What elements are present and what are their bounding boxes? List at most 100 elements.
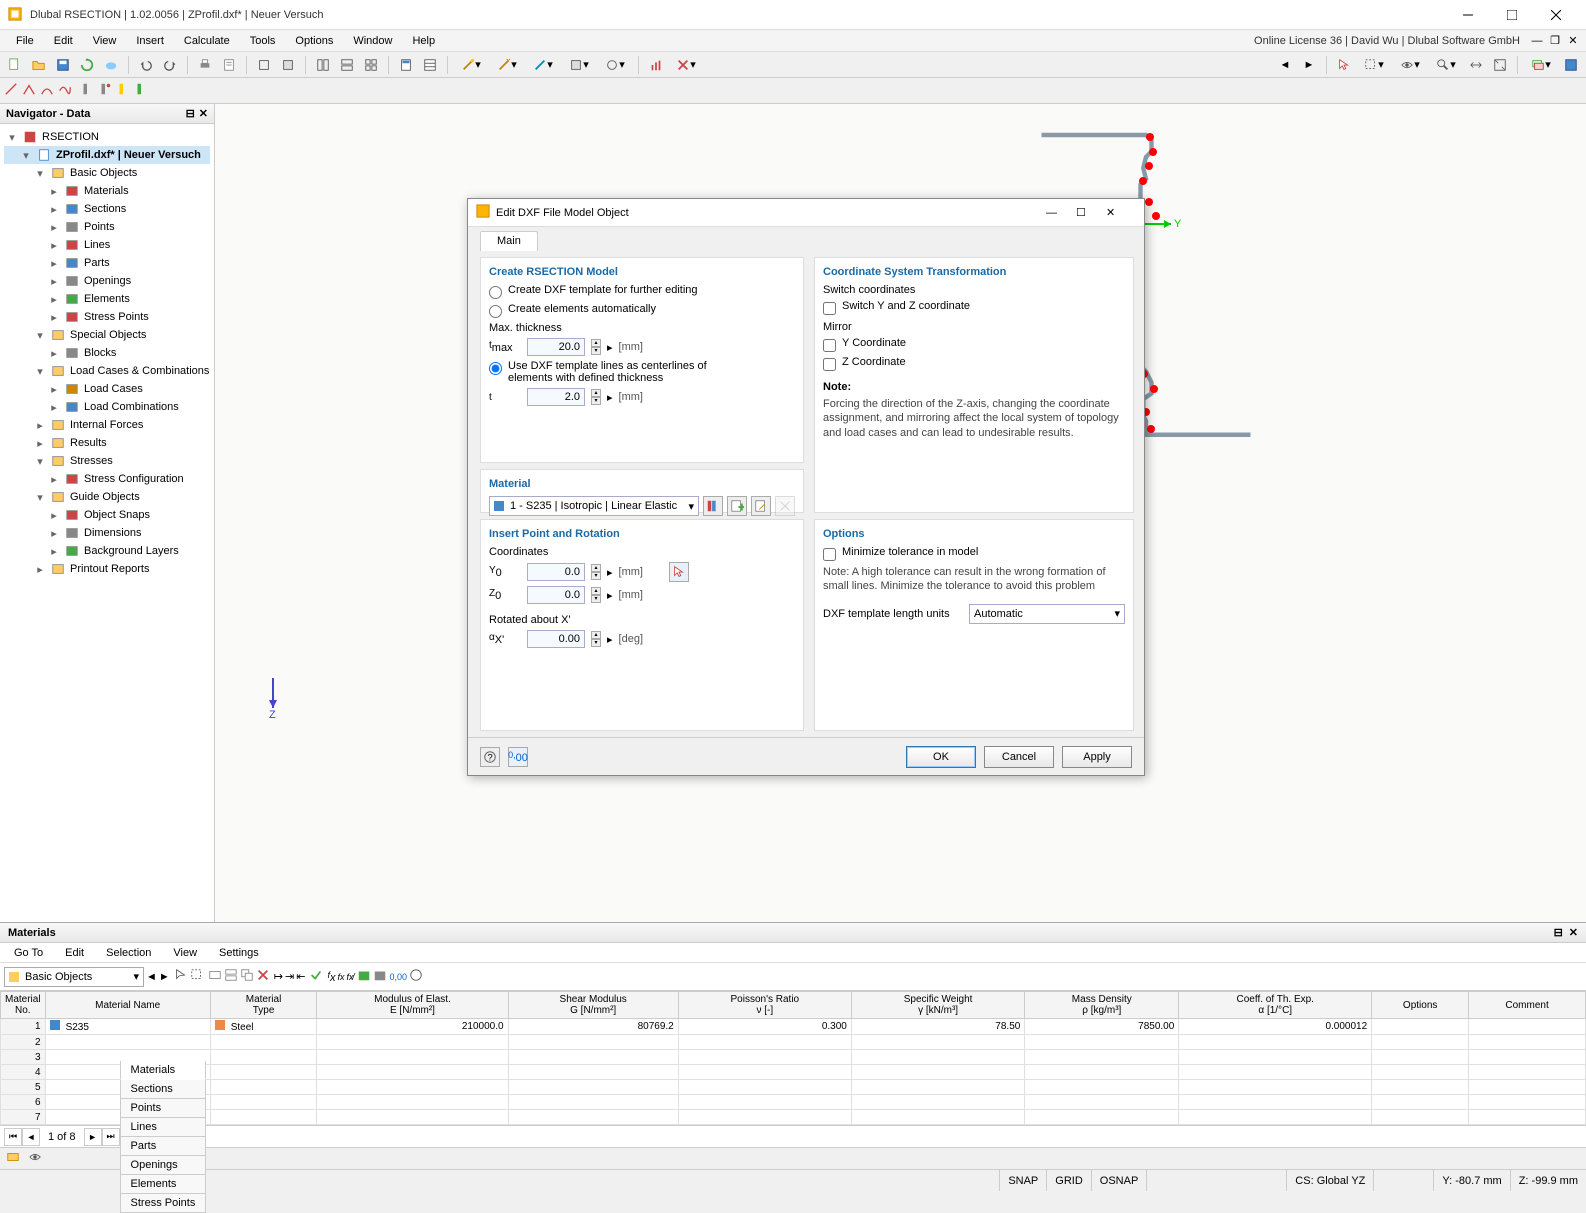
- close-button[interactable]: [1534, 1, 1578, 29]
- tb-curve-icon[interactable]: [58, 82, 72, 99]
- tb-element2-icon[interactable]: [98, 82, 112, 99]
- tb-table-icon[interactable]: [419, 54, 441, 76]
- tb-arrows-h-icon[interactable]: [1465, 54, 1487, 76]
- y0-down[interactable]: ▾: [591, 572, 601, 580]
- menu-window[interactable]: Window: [343, 33, 402, 49]
- apply-button[interactable]: Apply: [1062, 746, 1132, 768]
- tb-screenshot-icon[interactable]: [1560, 54, 1582, 76]
- tree-item-load-cases-combinations[interactable]: ▾Load Cases & Combinations: [4, 362, 210, 380]
- mat-menu-goto[interactable]: Go To: [4, 945, 53, 961]
- radio-create-auto[interactable]: [489, 305, 502, 318]
- tb-bars-icon[interactable]: [645, 54, 667, 76]
- mat-header-6[interactable]: Specific Weightγ [kN/m³]: [851, 992, 1024, 1019]
- tb-cursor-icon[interactable]: [1333, 54, 1355, 76]
- z0-down[interactable]: ▾: [591, 595, 601, 603]
- mat-check-icon[interactable]: [309, 968, 323, 985]
- tmax-down[interactable]: ▾: [591, 347, 601, 355]
- check-switch-yz[interactable]: [823, 302, 836, 315]
- tb-grid2-icon[interactable]: [336, 54, 358, 76]
- status-snap[interactable]: SNAP: [999, 1170, 1046, 1191]
- tb-redo-icon[interactable]: [159, 54, 181, 76]
- tb-element1-icon[interactable]: [80, 82, 94, 99]
- tree-item-stresses[interactable]: ▾Stresses: [4, 452, 210, 470]
- dialog-minimize-button[interactable]: —: [1046, 207, 1076, 219]
- material-select[interactable]: 1 - S235 | Isotropic | Linear Elastic ▾: [489, 496, 699, 516]
- dialog-help-button[interactable]: ?: [480, 747, 500, 767]
- tb-grid3-icon[interactable]: [360, 54, 382, 76]
- z0-up[interactable]: ▴: [591, 587, 601, 595]
- mat-header-5[interactable]: Poisson's Ratioν [-]: [678, 992, 851, 1019]
- status-osnap[interactable]: OSNAP: [1091, 1170, 1147, 1191]
- tree-item-internal-forces[interactable]: ▸Internal Forces: [4, 416, 210, 434]
- tree-file[interactable]: ▾ ZProfil.dxf* | Neuer Versuch: [4, 146, 210, 164]
- mat-tab-stress-points[interactable]: Stress Points: [120, 1194, 207, 1213]
- material-delete-button[interactable]: [775, 496, 795, 516]
- tmax-step-icon[interactable]: ▸: [607, 341, 613, 354]
- mat-tab-lines[interactable]: Lines: [120, 1118, 207, 1137]
- tb-report-icon[interactable]: [218, 54, 240, 76]
- mat-tab-points[interactable]: Points: [120, 1099, 207, 1118]
- mat-fx1-icon[interactable]: fx: [327, 969, 335, 984]
- tree-item-sections[interactable]: ▸Sections: [4, 200, 210, 218]
- minimize-button[interactable]: [1446, 1, 1490, 29]
- tree-item-background-layers[interactable]: ▸Background Layers: [4, 542, 210, 560]
- tree-item-elements[interactable]: ▸Elements: [4, 290, 210, 308]
- mat-tab-elements[interactable]: Elements: [120, 1175, 207, 1194]
- tb-wand3-icon[interactable]: ▾: [526, 54, 560, 76]
- table-row[interactable]: 3: [1, 1050, 1586, 1065]
- menu-calculate[interactable]: Calculate: [174, 33, 240, 49]
- table-row[interactable]: 6: [1, 1095, 1586, 1110]
- maximize-button[interactable]: [1490, 1, 1534, 29]
- tree-item-points[interactable]: ▸Points: [4, 218, 210, 236]
- mat-menu-selection[interactable]: Selection: [96, 945, 161, 961]
- footer-model-icon[interactable]: [6, 1150, 20, 1167]
- tree-root[interactable]: ▾ RSECTION: [4, 128, 210, 146]
- mdi-close-button[interactable]: ✕: [1566, 34, 1580, 48]
- table-row[interactable]: 5: [1, 1080, 1586, 1095]
- y0-input[interactable]: [527, 563, 585, 581]
- mat-insert-icon[interactable]: [224, 968, 238, 985]
- mat-header-8[interactable]: Coeff. of Th. Exp.α [1/°C]: [1179, 992, 1372, 1019]
- tb-undo-icon[interactable]: [135, 54, 157, 76]
- check-mirror-y[interactable]: [823, 339, 836, 352]
- radio-centerlines[interactable]: [489, 362, 502, 375]
- pick-point-button[interactable]: [669, 562, 689, 582]
- mat-arrow3-icon[interactable]: ⇤: [296, 970, 305, 983]
- radio-create-template[interactable]: [489, 286, 502, 299]
- tb-arc-icon[interactable]: [40, 82, 54, 99]
- tab-first-button[interactable]: ⏮: [4, 1128, 22, 1146]
- tb-new-icon[interactable]: [4, 54, 26, 76]
- dialog-maximize-button[interactable]: ☐: [1076, 206, 1106, 219]
- tree-item-dimensions[interactable]: ▸Dimensions: [4, 524, 210, 542]
- mat-header-0[interactable]: MaterialNo.: [1, 992, 46, 1019]
- tree-item-stress-configuration[interactable]: ▸Stress Configuration: [4, 470, 210, 488]
- tab-last-button[interactable]: ⏭: [102, 1128, 120, 1146]
- tb-nav-left-icon[interactable]: ◄: [1274, 54, 1296, 76]
- dialog-units-button[interactable]: 0,00: [508, 747, 528, 767]
- t-down[interactable]: ▾: [591, 397, 601, 405]
- tb-cloud-icon[interactable]: [100, 54, 122, 76]
- mat-header-10[interactable]: Comment: [1469, 992, 1586, 1019]
- table-row[interactable]: 4: [1, 1065, 1586, 1080]
- mat-header-3[interactable]: Modulus of Elast.E [N/mm²]: [317, 992, 508, 1019]
- material-library-button[interactable]: [703, 496, 723, 516]
- tree-item-openings[interactable]: ▸Openings: [4, 272, 210, 290]
- tb-x-icon[interactable]: ▾: [669, 54, 703, 76]
- materials-table[interactable]: MaterialNo.Material NameMaterialTypeModu…: [0, 991, 1586, 1125]
- tree-item-basic-objects[interactable]: ▾Basic Objects: [4, 164, 210, 182]
- mat-tab-openings[interactable]: Openings: [120, 1156, 207, 1175]
- tree-item-stress-points[interactable]: ▸Stress Points: [4, 308, 210, 326]
- tb-save-icon[interactable]: [52, 54, 74, 76]
- tb-wand4-icon[interactable]: ▾: [562, 54, 596, 76]
- tree-item-results[interactable]: ▸Results: [4, 434, 210, 452]
- tree-item-blocks[interactable]: ▸Blocks: [4, 344, 210, 362]
- mat-tab-parts[interactable]: Parts: [120, 1137, 207, 1156]
- navigator-pin-icon[interactable]: ⊟: [186, 107, 195, 120]
- tree-item-materials[interactable]: ▸Materials: [4, 182, 210, 200]
- mat-help-icon[interactable]: [409, 968, 423, 985]
- tree-item-special-objects[interactable]: ▾Special Objects: [4, 326, 210, 344]
- tb-wand1-icon[interactable]: ▾: [454, 54, 488, 76]
- tree-item-object-snaps[interactable]: ▸Object Snaps: [4, 506, 210, 524]
- tb-nav-right-icon[interactable]: ►: [1298, 54, 1320, 76]
- status-grid[interactable]: GRID: [1046, 1170, 1091, 1191]
